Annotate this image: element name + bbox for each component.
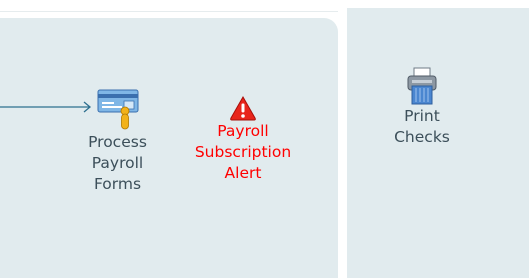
top-divider <box>0 0 338 12</box>
print-checks-button[interactable]: Print Checks <box>377 66 467 148</box>
payroll-subscription-alert-label: Payroll Subscription Alert <box>194 122 292 182</box>
process-payroll-forms-label: Process Payroll Forms <box>88 133 147 193</box>
print-checks-label: Print Checks <box>394 107 450 146</box>
printer-icon <box>407 67 437 105</box>
process-payroll-forms-button[interactable]: Process Payroll Forms <box>70 84 165 195</box>
warning-icon <box>230 95 256 121</box>
check-payment-icon <box>97 89 138 130</box>
payroll-subscription-alert-link[interactable]: Payroll Subscription Alert <box>180 95 306 184</box>
